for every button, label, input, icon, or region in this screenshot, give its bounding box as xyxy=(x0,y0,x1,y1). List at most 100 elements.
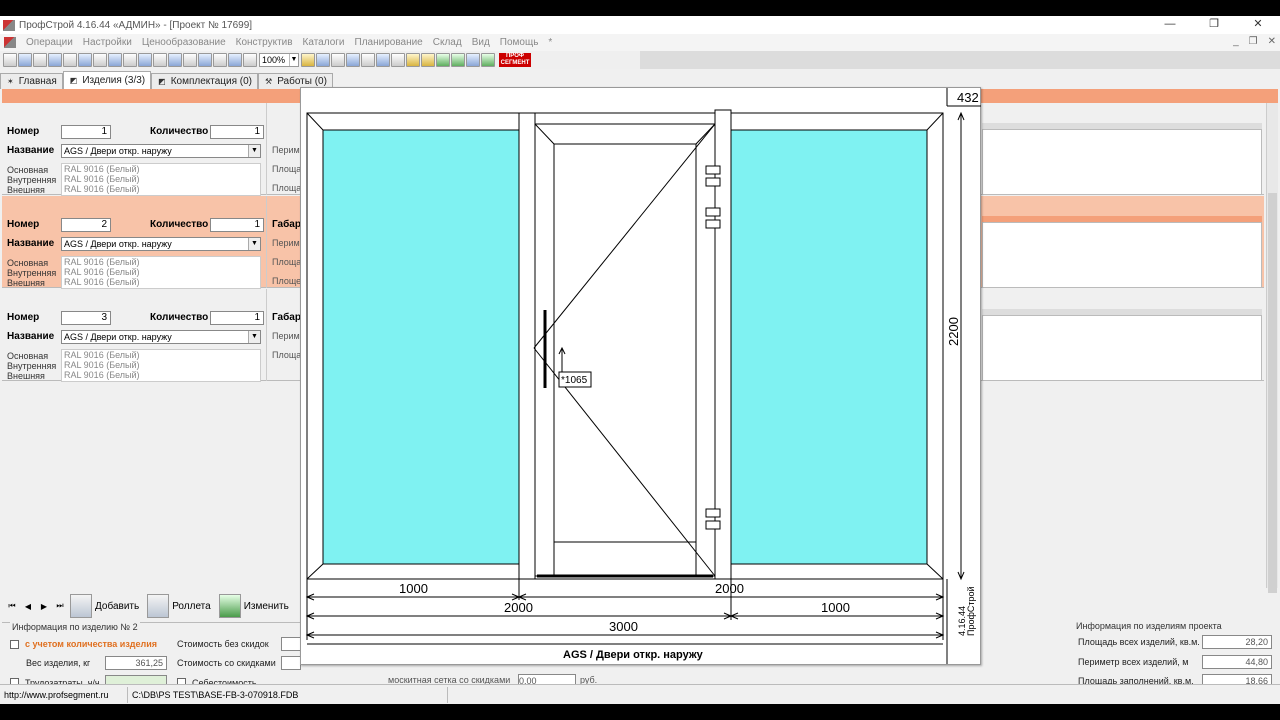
menu-operations[interactable]: Операции xyxy=(21,37,78,48)
dim-mid-1000: 1000 xyxy=(821,600,850,615)
tool-phone-icon[interactable] xyxy=(481,53,495,67)
tool-picture-icon[interactable] xyxy=(346,53,360,67)
mdi-minimize-button[interactable]: _ xyxy=(1233,36,1239,47)
add-button[interactable]: Добавить xyxy=(70,592,143,620)
status-url[interactable]: http://www.profsegment.ru xyxy=(0,686,128,703)
tool-fit-icon[interactable] xyxy=(213,53,227,67)
chevron-down-icon: ▼ xyxy=(248,145,260,157)
brand-label: ПрофСтрой xyxy=(966,586,976,636)
zoom-select[interactable]: 100% ▼ xyxy=(259,53,299,67)
tool-hand-icon[interactable] xyxy=(108,53,122,67)
menu-catalogs[interactable]: Каталоги xyxy=(298,37,350,48)
tool-move-icon[interactable] xyxy=(123,53,137,67)
tool-zoom-in-icon[interactable] xyxy=(78,53,92,67)
tool-pen-icon[interactable] xyxy=(168,53,182,67)
next-record-button[interactable]: ▶ xyxy=(38,602,50,611)
change-button[interactable]: Изменить xyxy=(218,592,293,620)
name-select[interactable]: AGS / Двери откр. наружу ▼ xyxy=(61,330,261,344)
menu-settings[interactable]: Настройки xyxy=(78,37,137,48)
tool-sheet-icon[interactable] xyxy=(436,53,450,67)
close-button[interactable]: ✕ xyxy=(1236,16,1280,34)
colors-box[interactable]: RAL 9016 (Белый) RAL 9016 (Белый) RAL 9016… xyxy=(61,163,261,196)
cost-discount-field[interactable] xyxy=(281,656,301,670)
dim-field-label: Перим xyxy=(272,331,300,341)
tool-split-icon[interactable] xyxy=(198,53,212,67)
tool-rotate-icon[interactable] xyxy=(153,53,167,67)
tool-save-icon[interactable] xyxy=(466,53,480,67)
menu-warehouse[interactable]: Склад xyxy=(428,37,467,48)
qty-label: Количество xyxy=(150,126,209,137)
menu-view[interactable]: Вид xyxy=(467,37,495,48)
tool-edit-icon[interactable] xyxy=(331,53,345,67)
tool-zoom-out-icon[interactable] xyxy=(93,53,107,67)
tab-products[interactable]: ◩ Изделия (3/3) xyxy=(62,71,152,89)
first-record-button[interactable]: ⏮ xyxy=(6,601,18,611)
menu-extra[interactable]: * xyxy=(543,37,557,48)
tool-clock-icon[interactable] xyxy=(316,53,330,67)
dim-right-2000: 2000 xyxy=(715,581,744,596)
name-select[interactable]: AGS / Двери откр. наружу ▼ xyxy=(61,237,261,251)
menu-pricing[interactable]: Ценообразование xyxy=(137,37,231,48)
tool-print-icon[interactable] xyxy=(3,53,17,67)
perimeter-all-value: 44,80 xyxy=(1202,655,1272,669)
window-title: ПрофСтрой 4.16.44 «АДМИН» - [Проект № 17… xyxy=(19,19,253,31)
tool-user-icon[interactable] xyxy=(421,53,435,67)
mdi-restore-button[interactable]: ❐ xyxy=(1249,36,1258,47)
tool-image-icon[interactable] xyxy=(48,53,62,67)
door-drawing[interactable]: *1065 432 2200 1000 2000 2000 1000 3000 … xyxy=(301,88,981,666)
vertical-scrollbar[interactable] xyxy=(1266,103,1278,593)
area-all-label: Площадь всех изделий, кв.м. xyxy=(1078,637,1200,647)
project-info-title: Информация по изделиям проекта xyxy=(1076,621,1222,631)
roller-button[interactable]: Роллета xyxy=(147,592,215,620)
item-side-panel xyxy=(982,129,1262,195)
left-glass-pane xyxy=(322,129,520,565)
last-record-button[interactable]: ⏭ xyxy=(54,601,66,611)
tab-main[interactable]: ✶ Главная xyxy=(0,73,63,89)
tool-frame-icon[interactable] xyxy=(228,53,242,67)
dimensions-label: Габар xyxy=(272,219,301,230)
scrollbar-thumb[interactable] xyxy=(1268,193,1277,593)
toolbar: 100% ▼ ПРОФ СЕГМЕНТ xyxy=(0,51,1280,69)
number-field[interactable]: 1 xyxy=(61,125,111,139)
name-select[interactable]: AGS / Двери откр. наружу ▼ xyxy=(61,144,261,158)
menu-planning[interactable]: Планирование xyxy=(350,37,428,48)
tool-list-icon[interactable] xyxy=(18,53,32,67)
color-label: Внешняя xyxy=(7,278,45,288)
roller-icon xyxy=(147,594,170,618)
qty-field[interactable]: 1 xyxy=(210,125,264,139)
tool-dimensions-icon[interactable] xyxy=(243,53,257,67)
tool-note-icon[interactable] xyxy=(406,53,420,67)
mdi-close-button[interactable]: ✕ xyxy=(1268,36,1276,47)
tool-measure-icon[interactable] xyxy=(183,53,197,67)
prev-record-button[interactable]: ◀ xyxy=(22,602,34,611)
tool-window-icon[interactable] xyxy=(376,53,390,67)
weight-field[interactable]: 361,25 xyxy=(105,656,167,670)
color-label: Основная xyxy=(7,351,49,361)
tool-palette-icon[interactable] xyxy=(301,53,315,67)
name-label: Название xyxy=(7,331,55,342)
dimensions-column: Габар Перим Площа xyxy=(266,289,302,381)
tool-report-icon[interactable] xyxy=(33,53,47,67)
document-icon xyxy=(4,37,16,48)
dim-field-label: Площа xyxy=(272,183,302,193)
tool-calc-icon[interactable] xyxy=(451,53,465,67)
minimize-button[interactable]: — xyxy=(1148,16,1192,34)
tool-doc-icon[interactable] xyxy=(361,53,375,67)
cost-no-discount-field[interactable] xyxy=(281,637,301,651)
menu-construction[interactable]: Конструктив xyxy=(231,37,298,48)
menu-help[interactable]: Помощь xyxy=(495,37,544,48)
restore-button[interactable]: ❐ xyxy=(1192,16,1236,34)
qty-field[interactable]: 1 xyxy=(210,218,264,232)
number-field[interactable]: 2 xyxy=(61,218,111,232)
colors-box[interactable]: RAL 9016 (Белый) RAL 9016 (Белый) RAL 9016… xyxy=(61,256,261,289)
qty-field[interactable]: 1 xyxy=(210,311,264,325)
with-qty-checkbox[interactable] xyxy=(10,640,19,649)
tool-grid-icon[interactable] xyxy=(63,53,77,67)
tab-components[interactable]: ◩ Комплектация (0) xyxy=(151,73,259,89)
colors-box[interactable]: RAL 9016 (Белый) RAL 9016 (Белый) RAL 9016… xyxy=(61,349,261,382)
tool-table-icon[interactable] xyxy=(391,53,405,67)
drawing-window[interactable]: *1065 432 2200 1000 2000 2000 1000 3000 … xyxy=(300,87,981,665)
tool-search-icon[interactable] xyxy=(138,53,152,67)
number-field[interactable]: 3 xyxy=(61,311,111,325)
dim-field-label: Площа xyxy=(272,257,302,267)
